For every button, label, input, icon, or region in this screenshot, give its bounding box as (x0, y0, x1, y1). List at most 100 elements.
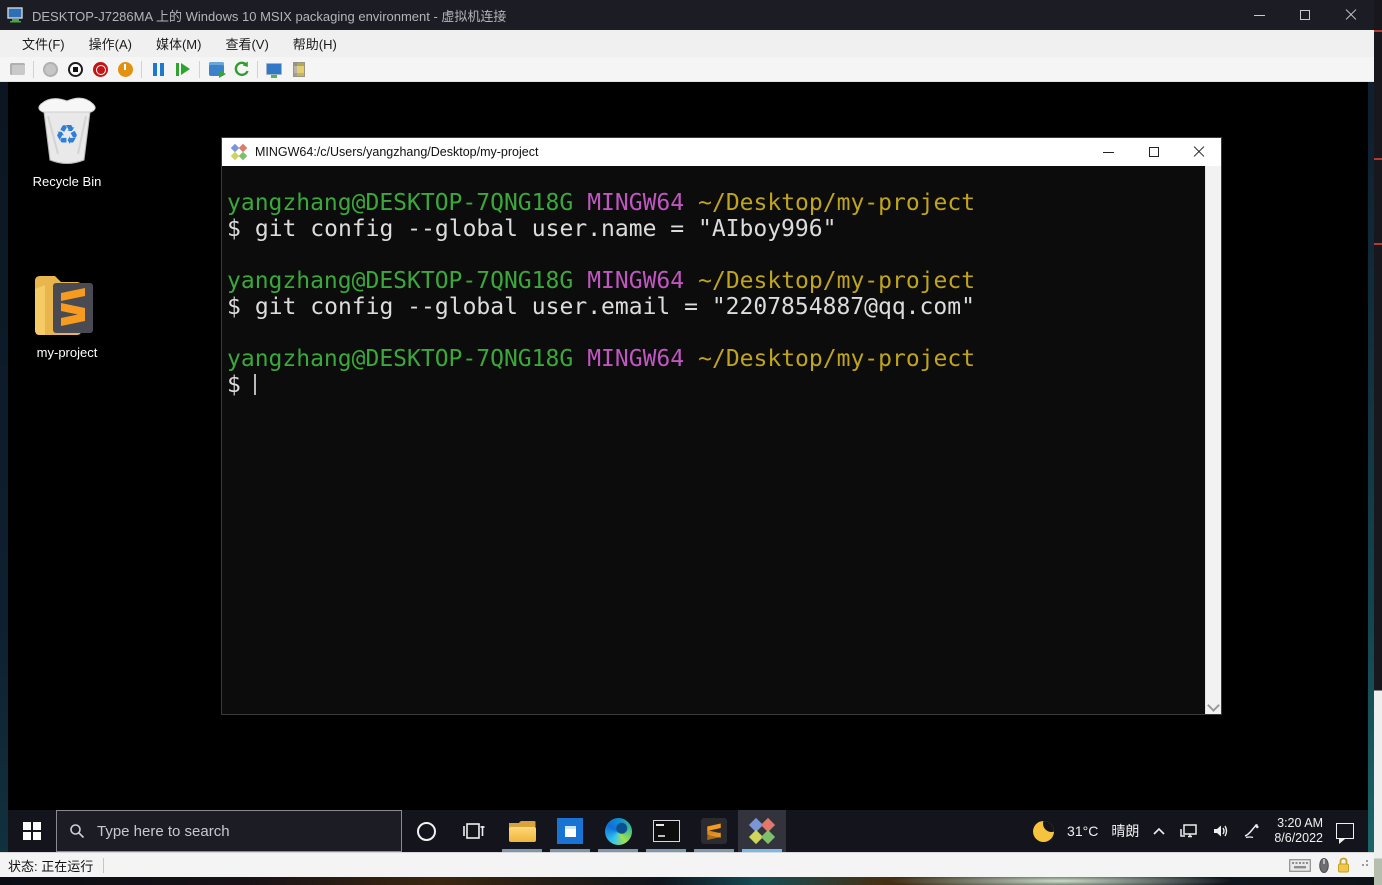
msix-packaging-tool-icon (557, 818, 583, 844)
prompt-symbol: $ (227, 216, 241, 242)
command-line: $git config --global user.name = "AIboy9… (227, 216, 1201, 242)
shut-down-button[interactable] (91, 60, 109, 78)
prompt-user-host: yangzhang@DESKTOP-7QNG18G (227, 346, 573, 372)
command-text: git config --global user.email = "220785… (255, 294, 975, 320)
taskbar-item-cmd[interactable] (642, 810, 690, 852)
prompt-symbol: $ (227, 294, 241, 320)
host-wallpaper-strip (0, 877, 1374, 885)
close-button[interactable] (1328, 0, 1374, 30)
taskbar-item-file-explorer[interactable] (498, 810, 546, 852)
reset-button[interactable] (174, 60, 192, 78)
tray-date: 8/6/2022 (1274, 831, 1323, 846)
lock-status-icon (1337, 857, 1350, 873)
menu-item-help[interactable]: 帮助(H) (281, 30, 349, 57)
status-separator (103, 858, 104, 873)
terminal-window: MINGW64:/c/Users/yangzhang/Desktop/my-pr… (222, 138, 1221, 714)
taskbar-item-sublime[interactable] (690, 810, 738, 852)
weather-moon-icon[interactable] (1033, 821, 1054, 842)
save-state-button[interactable] (116, 60, 134, 78)
taskbar: 31°C 晴朗 (8, 810, 1368, 852)
prompt-user-host: yangzhang@DESKTOP-7QNG18G (227, 268, 573, 294)
tray-chevron-up-icon[interactable] (1152, 826, 1166, 836)
prompt-line: yangzhang@DESKTOP-7QNG18G MINGW64 ~/Deskto… (227, 346, 1201, 372)
svg-text:♻: ♻ (55, 120, 79, 151)
desktop-icon-recycle-bin[interactable]: ♻ Recycle Bin (19, 92, 115, 189)
edit-disk-button[interactable] (290, 60, 308, 78)
taskbar-item-edge[interactable] (594, 810, 642, 852)
action-center-icon[interactable] (1336, 823, 1354, 839)
search-icon (69, 823, 85, 839)
file-explorer-icon (509, 821, 536, 842)
minimize-button[interactable] (1236, 0, 1282, 30)
menu-bar: 文件(F) 操作(A) 媒体(M) 查看(V) 帮助(H) (0, 30, 1374, 57)
toolbar-separator (199, 61, 200, 78)
pen-icon[interactable] (1243, 823, 1261, 839)
vm-toolbar (0, 57, 1374, 82)
terminal-close-button[interactable] (1176, 138, 1221, 166)
pause-button[interactable] (149, 60, 167, 78)
prompt-path: ~/Desktop/my-project (698, 190, 975, 216)
weather-condition[interactable]: 晴朗 (1111, 821, 1139, 841)
command-prompt-icon (653, 820, 680, 842)
menu-item-action[interactable]: 操作(A) (77, 30, 144, 57)
task-view-icon (463, 821, 485, 841)
terminal-output[interactable]: yangzhang@DESKTOP-7QNG18G MINGW64 ~/Deskto… (222, 166, 1221, 714)
start-vm-button[interactable] (41, 60, 59, 78)
terminal-maximize-button[interactable] (1131, 138, 1176, 166)
weather-temperature[interactable]: 31°C (1067, 823, 1098, 839)
taskbar-item-task-view[interactable] (450, 810, 498, 852)
desktop-icon-label: Recycle Bin (19, 174, 115, 189)
terminal-scrollbar[interactable] (1205, 166, 1221, 714)
checkpoint-button[interactable] (207, 60, 225, 78)
vm-status-text: 状态: 正在运行 (0, 856, 103, 875)
revert-button[interactable] (232, 60, 250, 78)
taskbar-item-msix-tool[interactable] (546, 810, 594, 852)
git-bash-icon (749, 818, 775, 844)
prompt-line: yangzhang@DESKTOP-7QNG18GMINGW64~/Deskto… (227, 268, 1201, 294)
host-title-bar[interactable]: DESKTOP-J7286MA 上的 Windows 10 MSIX packa… (0, 0, 1374, 30)
blank-line (227, 320, 1201, 346)
maximize-button[interactable] (1282, 0, 1328, 30)
command-line: $ git config --global user.email = "22078… (227, 294, 1201, 320)
menu-item-view[interactable]: 查看(V) (213, 30, 280, 57)
host-background-strip (1374, 0, 1382, 885)
windows-logo-icon (23, 822, 41, 840)
network-icon[interactable] (1179, 823, 1199, 839)
terminal-minimize-button[interactable] (1086, 138, 1131, 166)
turn-off-button[interactable] (66, 60, 84, 78)
ctrl-alt-del-button[interactable] (8, 60, 26, 78)
prompt-env: MINGW64 (587, 346, 684, 372)
resize-grip[interactable] (1358, 860, 1368, 870)
search-box[interactable] (56, 810, 402, 852)
terminal-title-bar[interactable]: MINGW64:/c/Users/yangzhang/Desktop/my-pr… (222, 138, 1221, 166)
volume-icon[interactable] (1212, 823, 1230, 839)
window-title: DESKTOP-J7286MA 上的 Windows 10 MSIX packa… (32, 6, 506, 25)
prompt-path: ~/Desktop/my-project (698, 346, 975, 372)
toolbar-separator (33, 61, 34, 78)
menu-item-media[interactable]: 媒体(M) (144, 30, 214, 57)
edge-browser-icon (605, 818, 632, 845)
desktop-icon-my-project[interactable]: my-project (19, 263, 115, 360)
start-button[interactable] (8, 810, 56, 852)
tray-clock[interactable]: 3:20 AM 8/6/2022 (1274, 816, 1323, 846)
mouse-status-icon (1319, 858, 1329, 873)
guest-desktop[interactable]: ♻ Recycle Bin (8, 82, 1368, 852)
search-input[interactable] (97, 823, 347, 840)
cortana-icon (417, 822, 436, 841)
keyboard-status-icon (1289, 859, 1311, 872)
desktop-icon-label: my-project (19, 345, 115, 360)
sublime-text-icon (701, 818, 727, 844)
vm-status-bar: 状态: 正在运行 (0, 852, 1374, 877)
screen: DESKTOP-J7286MA 上的 Windows 10 MSIX packa… (0, 0, 1382, 885)
sublime-folder-icon (19, 263, 115, 339)
scrollbar-down-arrow-icon[interactable] (1207, 699, 1220, 712)
taskbar-item-git-bash[interactable] (738, 810, 786, 852)
session-monitor-button[interactable] (265, 60, 283, 78)
prompt-env: MINGW64 (587, 268, 684, 294)
vm-connect-window: DESKTOP-J7286MA 上的 Windows 10 MSIX packa… (0, 0, 1374, 877)
input-line[interactable]: $ (227, 372, 1201, 398)
menu-item-file[interactable]: 文件(F) (10, 30, 77, 57)
prompt-user-host: yangzhang@DESKTOP-7QNG18G (227, 190, 573, 216)
taskbar-item-cortana[interactable] (402, 810, 450, 852)
revert-arrow-icon (233, 61, 250, 77)
